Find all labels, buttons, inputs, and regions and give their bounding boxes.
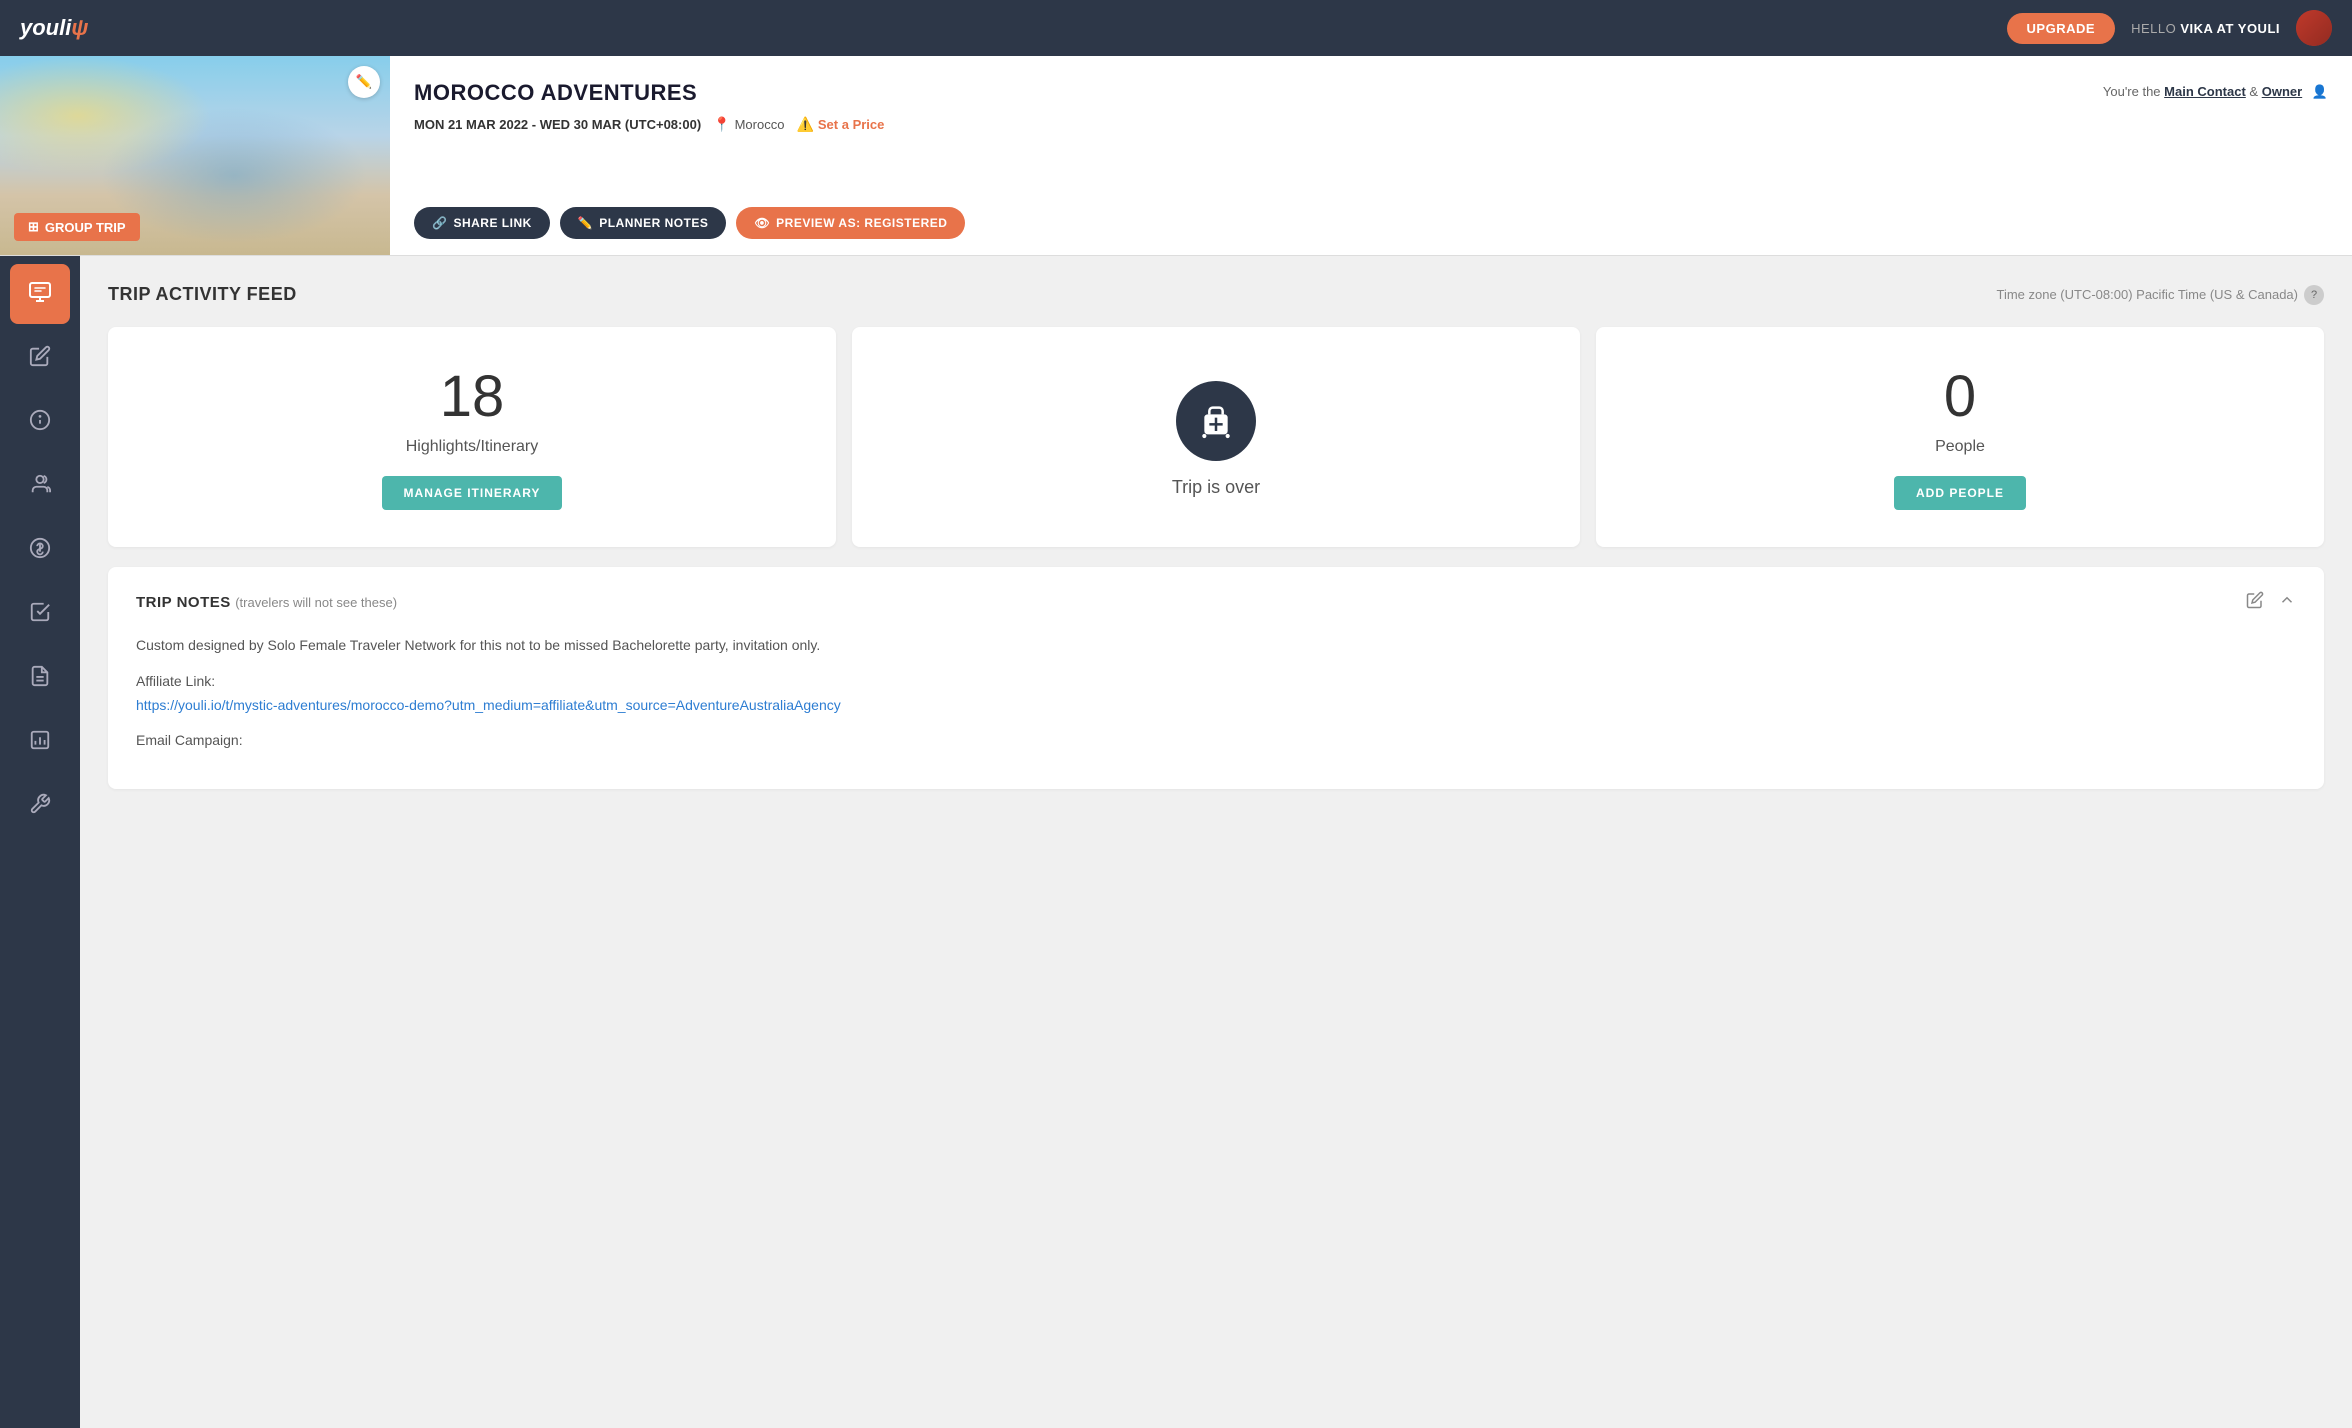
notes-collapse-icon[interactable]: [2278, 591, 2296, 614]
upgrade-button[interactable]: UPGRADE: [2007, 13, 2116, 44]
section-header: TRIP ACTIVITY FEED Time zone (UTC-08:00)…: [108, 284, 2324, 305]
document-icon: [29, 665, 51, 691]
itinerary-label: Highlights/Itinerary: [406, 438, 539, 456]
cards-row: 18 Highlights/Itinerary MANAGE ITINERARY: [108, 327, 2324, 547]
trip-header: ✏️ ⊞ GROUP TRIP MOROCCO ADVENTURES MON 2…: [0, 56, 2352, 256]
trip-cover-image: ✏️ ⊞ GROUP TRIP: [0, 56, 390, 255]
sidebar-item-activity-feed[interactable]: [10, 264, 70, 324]
sidebar-item-tasks[interactable]: [10, 584, 70, 644]
share-icon: 🔗: [432, 216, 447, 230]
trip-dates: MON 21 MAR 2022 - WED 30 MAR (UTC+08:00)…: [414, 116, 884, 133]
sidebar-item-info[interactable]: [10, 392, 70, 452]
trip-location: 📍 Morocco: [713, 116, 784, 133]
sidebar-item-tools[interactable]: [10, 776, 70, 836]
people-count: 0: [1944, 368, 1976, 426]
share-link-button[interactable]: 🔗 SHARE LINK: [414, 207, 550, 239]
help-icon[interactable]: ?: [2304, 285, 2324, 305]
main-contact-link[interactable]: Main Contact: [2164, 84, 2246, 99]
sidebar-item-documents[interactable]: [10, 648, 70, 708]
trip-notes-title: TRIP NOTES: [136, 594, 231, 611]
sidebar-item-people[interactable]: [10, 456, 70, 516]
warning-icon: ⚠️: [796, 116, 813, 133]
edit-cover-button[interactable]: ✏️: [348, 66, 380, 98]
trip-notes-section: TRIP NOTES (travelers will not see these…: [108, 567, 2324, 789]
app-logo: youliψ: [20, 15, 88, 41]
trip-over-text: Trip is over: [1172, 477, 1260, 498]
planner-notes-button[interactable]: ✏️ PLANNER NOTES: [560, 207, 727, 239]
username: VIKA AT YOULI: [2180, 21, 2280, 36]
people-label: People: [1935, 438, 1985, 456]
sidebar-item-edit[interactable]: [10, 328, 70, 388]
preview-button[interactable]: 👁 PREVIEW AS: REGISTERED: [736, 207, 965, 239]
luggage-icon-circle: [1176, 381, 1256, 461]
group-trip-badge: ⊞ GROUP TRIP: [14, 213, 140, 241]
people-card: 0 People ADD PEOPLE: [1596, 327, 2324, 547]
notes-edit-icon[interactable]: [2246, 591, 2264, 614]
trip-title: MOROCCO ADVENTURES: [414, 80, 884, 106]
timezone-text: Time zone (UTC-08:00) Pacific Time (US &…: [1996, 287, 2298, 302]
tools-icon: [29, 793, 51, 819]
info-icon: [29, 409, 51, 435]
tasks-icon: [29, 601, 51, 627]
nav-right: UPGRADE HELLO VIKA AT YOULI: [2007, 10, 2332, 46]
main-layout: TRIP ACTIVITY FEED Time zone (UTC-08:00)…: [0, 256, 2352, 1428]
sidebar-item-reports[interactable]: [10, 712, 70, 772]
owner-link[interactable]: Owner: [2262, 84, 2302, 99]
trip-info: MOROCCO ADVENTURES MON 21 MAR 2022 - WED…: [390, 56, 2352, 255]
trip-notes-header: TRIP NOTES (travelers will not see these…: [136, 591, 2296, 614]
logo-mark: ψ: [71, 15, 88, 40]
notes-icon: ✏️: [578, 216, 593, 230]
manage-itinerary-button[interactable]: MANAGE ITINERARY: [382, 476, 563, 510]
trip-actions: 🔗 SHARE LINK ✏️ PLANNER NOTES 👁 PREVIEW …: [414, 207, 2328, 239]
trip-notes-subtitle: (travelers will not see these): [235, 595, 397, 610]
email-campaign-label: Email Campaign:: [136, 732, 243, 748]
trip-notes-title-area: TRIP NOTES (travelers will not see these…: [136, 594, 397, 612]
notes-affiliate: Affiliate Link: https://youli.io/t/mysti…: [136, 670, 2296, 718]
itinerary-count: 18: [440, 368, 505, 426]
trip-notes-actions: [2246, 591, 2296, 614]
activity-feed-icon: [28, 280, 52, 308]
notes-line1: Custom designed by Solo Female Traveler …: [136, 634, 2296, 658]
pencil-icon: ✏️: [356, 74, 373, 90]
pin-icon: 📍: [713, 116, 730, 133]
group-icon: ⊞: [28, 219, 39, 235]
people-icon: [29, 473, 51, 499]
hello-text: HELLO VIKA AT YOULI: [2131, 21, 2280, 36]
avatar-image: [2296, 10, 2332, 46]
section-title: TRIP ACTIVITY FEED: [108, 284, 297, 305]
dollar-icon: [29, 537, 51, 563]
sidebar-item-pricing[interactable]: [10, 520, 70, 580]
itinerary-card: 18 Highlights/Itinerary MANAGE ITINERARY: [108, 327, 836, 547]
notes-email: Email Campaign:: [136, 729, 2296, 753]
main-content: TRIP ACTIVITY FEED Time zone (UTC-08:00)…: [80, 256, 2352, 1428]
trip-meta-right: You're the Main Contact & Owner 👤: [2103, 80, 2328, 100]
affiliate-label: Affiliate Link:: [136, 673, 215, 689]
trip-status-card: Trip is over: [852, 327, 1580, 547]
eye-icon: 👁: [754, 216, 770, 230]
add-people-button[interactable]: ADD PEOPLE: [1894, 476, 2026, 510]
affiliate-url[interactable]: https://youli.io/t/mystic-adventures/mor…: [136, 697, 841, 713]
top-nav: youliψ UPGRADE HELLO VIKA AT YOULI: [0, 0, 2352, 56]
luggage-icon: [1196, 401, 1236, 441]
person-icon: 👤: [2312, 84, 2328, 99]
edit-icon: [29, 345, 51, 371]
sidebar: [0, 256, 80, 1428]
avatar[interactable]: [2296, 10, 2332, 46]
date-range: MON 21 MAR 2022 - WED 30 MAR (UTC+08:00): [414, 117, 701, 132]
timezone-info: Time zone (UTC-08:00) Pacific Time (US &…: [1996, 285, 2324, 305]
set-price-link[interactable]: ⚠️ Set a Price: [796, 116, 884, 133]
reports-icon: [29, 729, 51, 755]
trip-info-top: MOROCCO ADVENTURES MON 21 MAR 2022 - WED…: [414, 80, 2328, 187]
notes-content: Custom designed by Solo Female Traveler …: [136, 634, 2296, 753]
